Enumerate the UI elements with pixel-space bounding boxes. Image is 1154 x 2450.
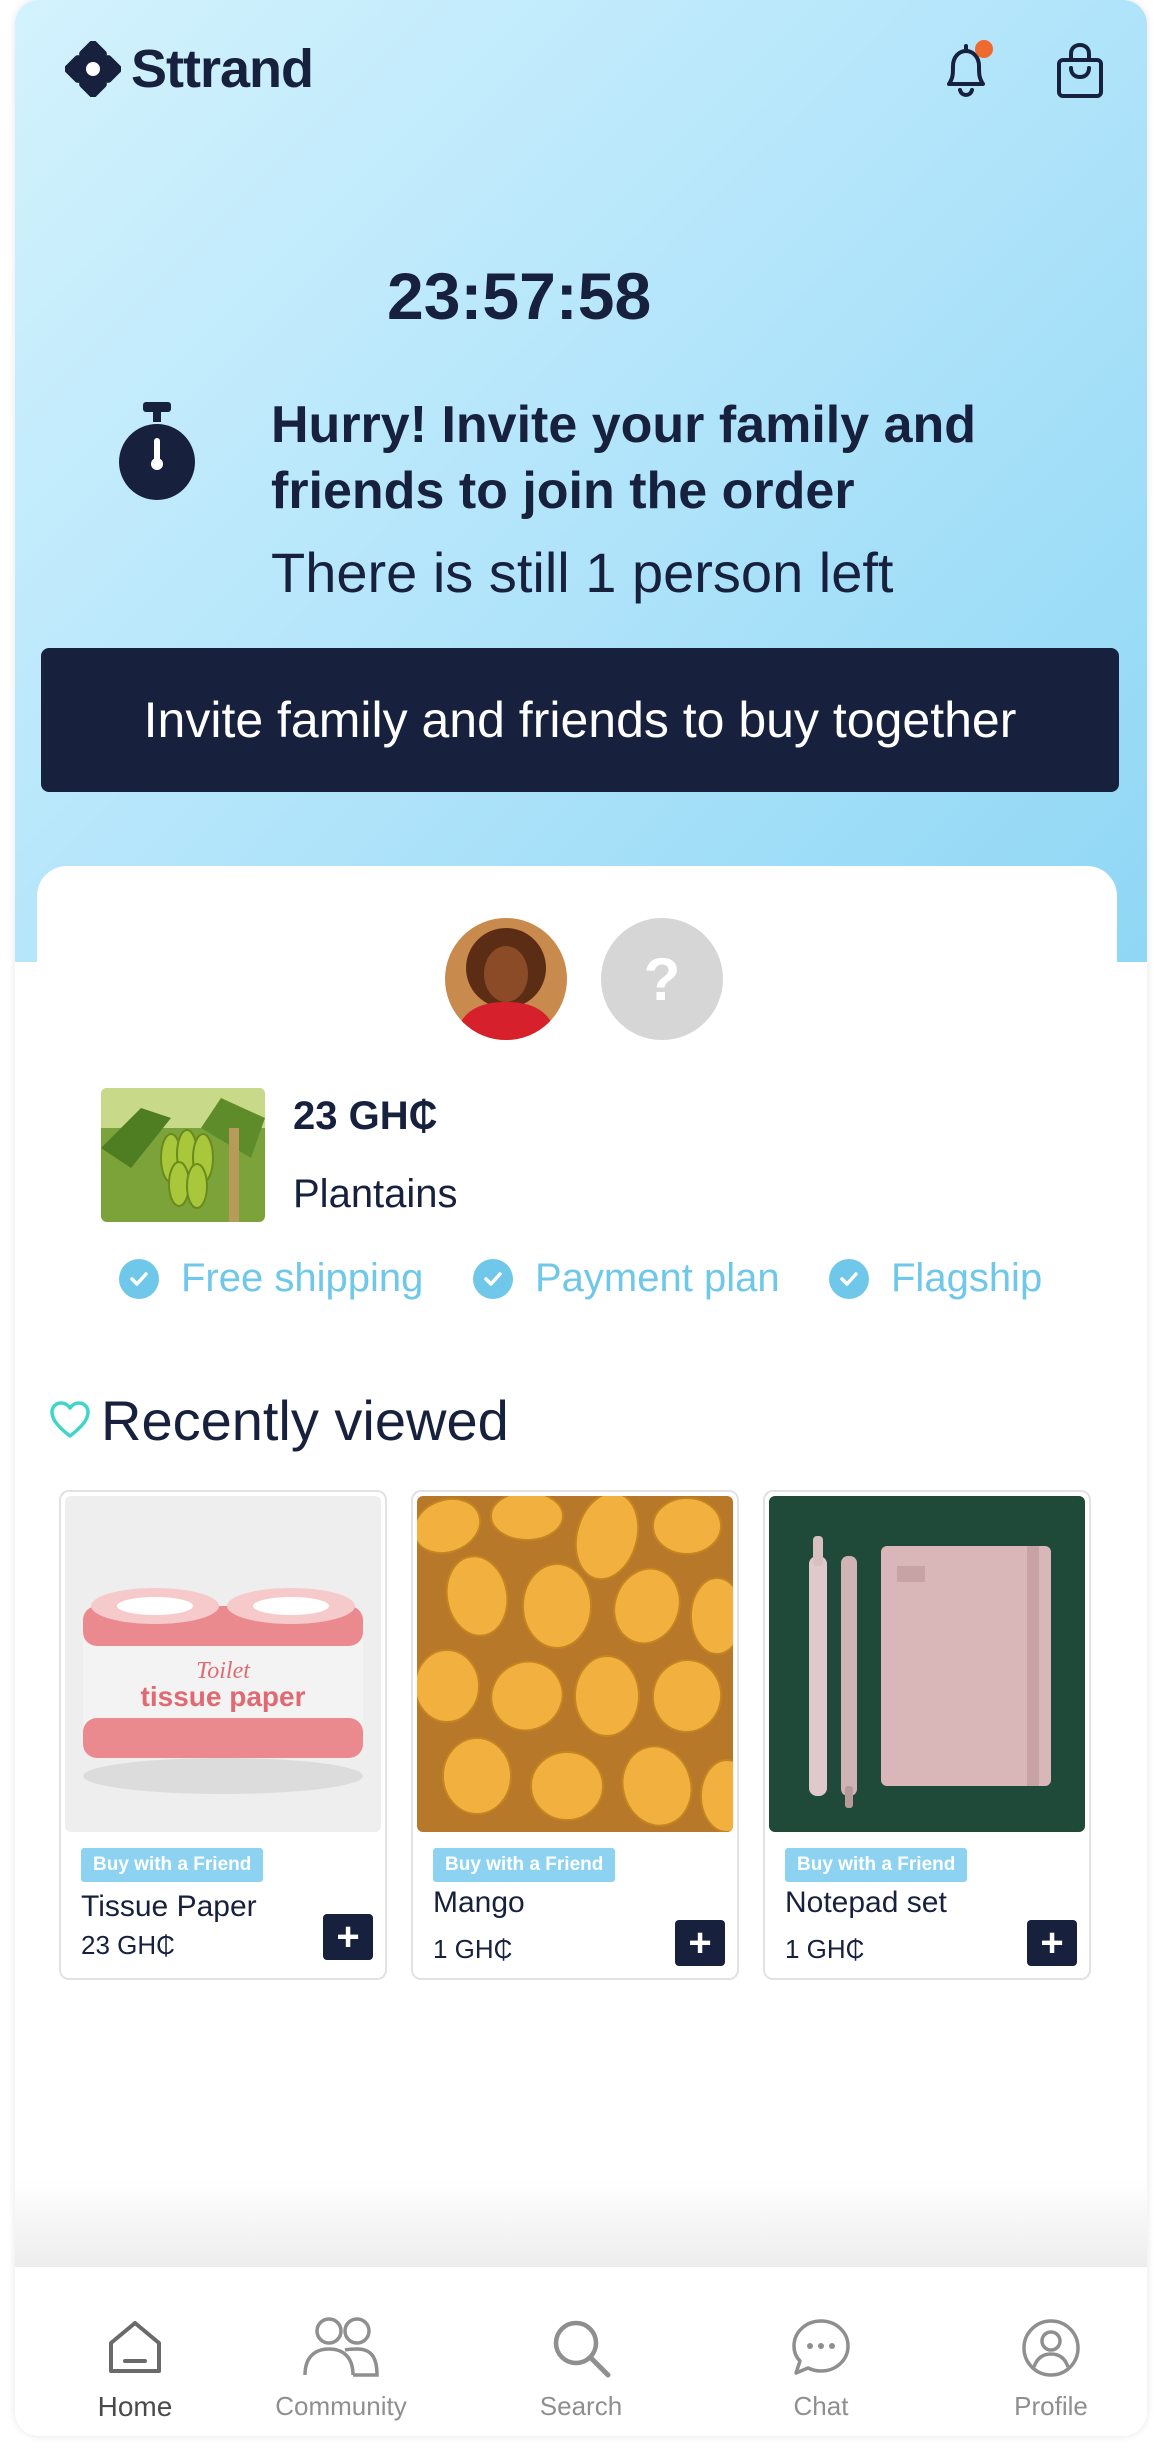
notification-button[interactable] [933,38,999,104]
recently-viewed-title: Recently viewed [101,1389,509,1452]
feature-payment-plan: Payment plan [473,1256,780,1301]
shopping-bag-icon [1057,42,1103,98]
notification-dot [975,40,993,58]
add-to-cart-button[interactable]: + [1027,1920,1077,1966]
community-icon [303,2317,379,2377]
sttrand-logo-icon [65,41,121,97]
feature-label: Flagship [891,1256,1043,1300]
stopwatch-icon [119,402,195,500]
invite-headline: Hurry! Invite your family and friends to… [271,396,977,520]
feature-flagship: Flagship [829,1256,1042,1301]
home-icon [109,2321,161,2373]
nav-label: Home [97,2391,173,2422]
nav-home[interactable]: Home [45,2267,225,2436]
bottom-navigation: Home Community Search Chat Profile [15,2266,1147,2436]
add-to-cart-button[interactable]: + [323,1914,373,1960]
countdown-timer: 23:57:58 [387,259,652,333]
tissue-paper-image: Toilet tissue paper [65,1496,381,1832]
nav-label: Community [275,2391,407,2421]
remaining-people-text: There is still 1 person left [271,541,894,604]
check-circle-icon [829,1258,869,1299]
product-card-tissue-paper[interactable]: Toilet tissue paper Buy with a Friend Ti… [59,1490,387,1980]
product-price: 23 GH₵ [293,1094,438,1138]
nav-community[interactable]: Community [251,2267,431,2436]
invite-friends-button[interactable]: Invite family and friends to buy togethe… [41,648,1119,792]
empty-member-slot[interactable]: ? [601,918,723,1040]
buy-with-friend-badge: Buy with a Friend [81,1848,264,1882]
profile-icon [1022,2319,1080,2377]
nav-chat[interactable]: Chat [731,2267,911,2436]
group-order-card: ? 23 GH₵ Plantains Free shipping Payment… [37,866,1117,1366]
app-screen: Sttrand 23:57:58 Hurry! Invite your fami… [15,0,1147,2436]
check-circle-icon [119,1258,159,1299]
product-price: 23 GH₵ [81,1930,175,1960]
brand-logo[interactable]: Sttrand [65,38,314,100]
nav-label: Profile [1014,2391,1088,2421]
scroll-fade [15,2180,1147,2266]
nav-label: Search [539,2391,623,2421]
nav-search[interactable]: Search [491,2267,671,2436]
feature-label: Payment plan [535,1256,780,1300]
nav-label: Chat [793,2391,849,2421]
cart-button[interactable] [1047,38,1113,104]
buy-with-friend-badge: Buy with a Friend [785,1848,968,1882]
product-name: Notepad set [785,1886,947,1919]
check-circle-icon [473,1258,513,1299]
heart-icon [50,1401,90,1438]
add-to-cart-button[interactable]: + [675,1920,725,1966]
product-card-notepad-set[interactable]: Buy with a Friend Notepad set 1 GH₵ + [763,1490,1091,1980]
tissue-paper-image-subtitle: tissue paper [141,1681,306,1712]
feature-free-shipping: Free shipping [119,1256,423,1301]
mango-image [417,1496,733,1832]
nav-profile[interactable]: Profile [961,2267,1141,2436]
product-card-mango[interactable]: Buy with a Friend Mango 1 GH₵ + [411,1490,739,1980]
product-name: Tissue Paper [81,1890,257,1923]
product-price: 1 GH₵ [433,1934,513,1964]
brand-name: Sttrand [131,39,314,99]
buy-with-friend-badge: Buy with a Friend [433,1848,616,1882]
notepad-set-image [769,1496,1085,1832]
member-photo [445,918,567,1040]
product-name: Mango [433,1886,525,1919]
plantains-image[interactable] [101,1088,265,1222]
product-price: 1 GH₵ [785,1934,865,1964]
search-icon [553,2320,611,2378]
member-avatar[interactable] [445,918,567,1040]
chat-icon [792,2319,850,2375]
feature-label: Free shipping [181,1256,424,1300]
product-name: Plantains [293,1172,458,1216]
